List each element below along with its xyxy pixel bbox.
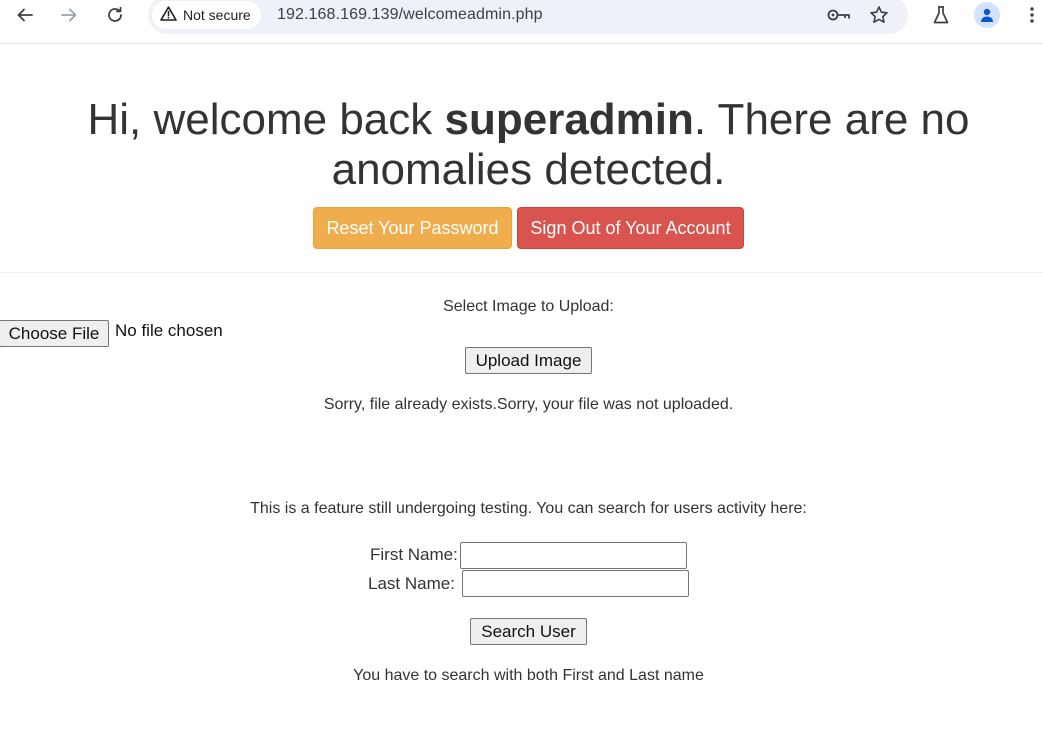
sign-out-button[interactable]: Sign Out of Your Account	[517, 207, 744, 249]
choose-file-button[interactable]: Choose File	[0, 320, 109, 347]
reset-password-button[interactable]: Reset Your Password	[313, 207, 512, 249]
divider	[0, 272, 1043, 273]
search-user-button[interactable]: Search User	[470, 618, 587, 645]
search-intro: This is a feature still undergoing testi…	[250, 500, 807, 517]
address-bar[interactable]: Not secure 192.168.169.139/welcomeadmin.…	[148, 0, 908, 34]
password-key-icon[interactable]	[827, 4, 851, 26]
bookmark-star-icon[interactable]	[867, 4, 891, 26]
labs-flask-icon[interactable]	[928, 2, 954, 28]
page-content: Hi, welcome back superadmin. There are n…	[0, 45, 1043, 746]
browser-toolbar: Not secure 192.168.169.139/welcomeadmin.…	[0, 0, 1043, 44]
upload-image-button[interactable]: Upload Image	[465, 347, 592, 374]
username: superadmin	[444, 95, 694, 144]
menu-dots-icon[interactable]	[1019, 2, 1043, 28]
reload-icon[interactable]	[102, 2, 128, 28]
forward-icon[interactable]	[56, 2, 82, 28]
upload-result-message: Sorry, file already exists.Sorry, your f…	[323, 396, 734, 413]
file-status: No file chosen	[115, 321, 223, 340]
url-text[interactable]: 192.168.169.139/welcomeadmin.php	[277, 6, 543, 24]
profile-icon[interactable]	[974, 2, 1000, 28]
welcome-heading: Hi, welcome back superadmin. There are n…	[0, 95, 1043, 195]
security-chip[interactable]: Not secure	[152, 1, 261, 29]
warning-icon	[160, 6, 177, 24]
greeting-prefix: Hi, welcome back	[87, 95, 445, 144]
last-name-input[interactable]	[462, 570, 689, 597]
back-icon[interactable]	[12, 2, 38, 28]
search-hint: You have to search with both First and L…	[353, 667, 704, 684]
first-name-input[interactable]	[460, 542, 687, 569]
upload-prompt: Select Image to Upload:	[443, 298, 614, 315]
security-label: Not secure	[183, 7, 251, 23]
last-name-label: Last Name:	[368, 574, 455, 593]
first-name-label: First Name:	[370, 545, 458, 564]
